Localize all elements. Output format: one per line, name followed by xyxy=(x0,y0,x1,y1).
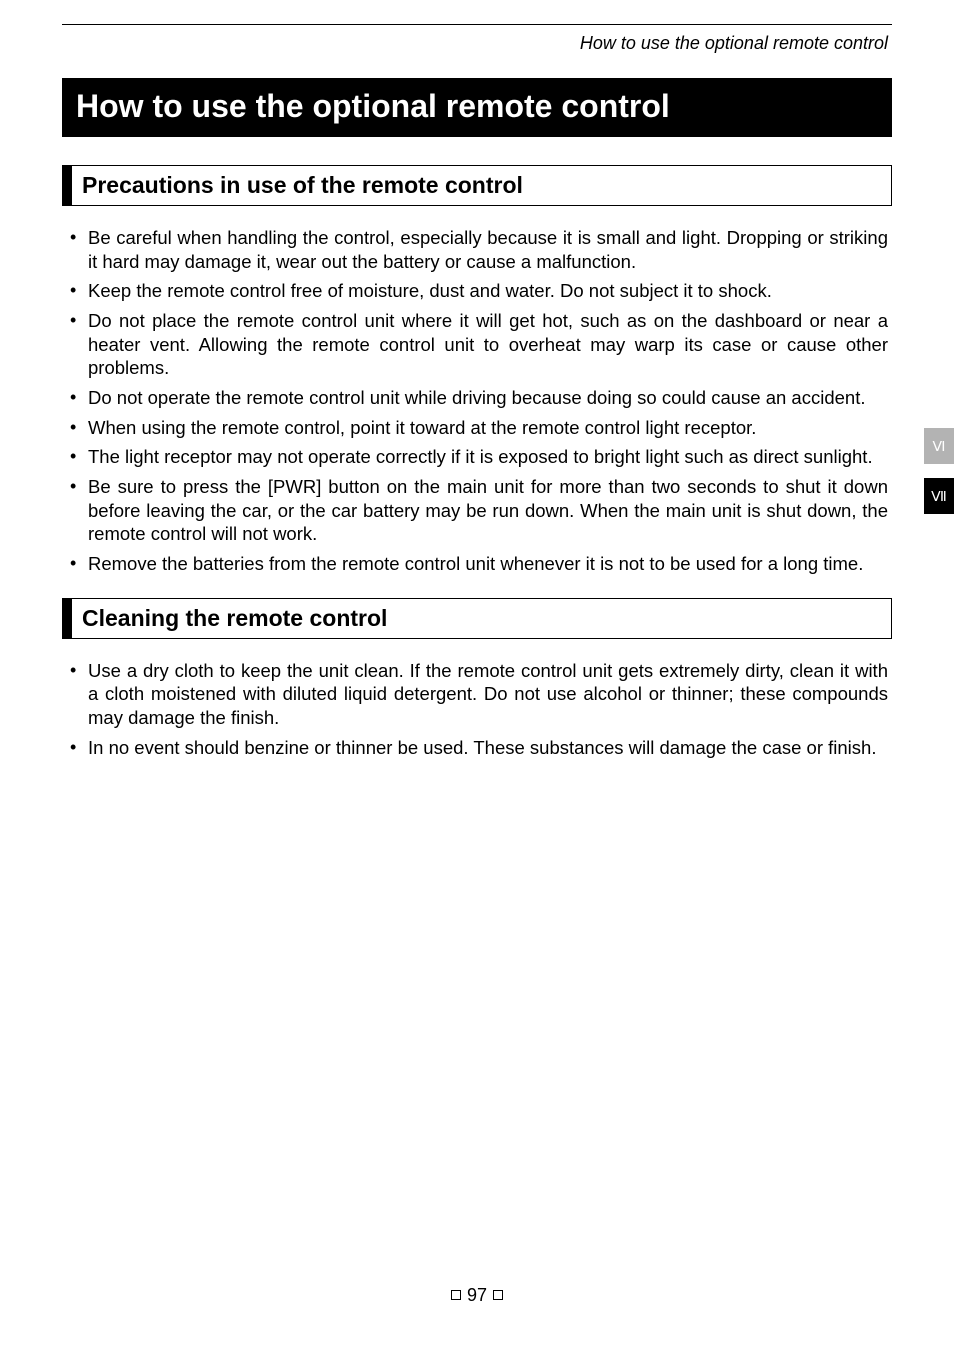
top-border-rule xyxy=(62,24,892,25)
cleaning-list: Use a dry cloth to keep the unit clean. … xyxy=(62,659,892,760)
square-icon xyxy=(493,1290,503,1300)
running-header: How to use the optional remote control xyxy=(62,33,892,54)
document-page: How to use the optional remote control H… xyxy=(0,0,954,1352)
list-item: The light receptor may not operate corre… xyxy=(66,445,888,469)
section-title-precautions: Precautions in use of the remote control xyxy=(62,165,892,206)
precautions-list: Be careful when handling the control, es… xyxy=(62,226,892,576)
list-item: Keep the remote control free of moisture… xyxy=(66,279,888,303)
page-footer: 97 xyxy=(0,1285,954,1306)
list-item: Do not place the remote control unit whe… xyxy=(66,309,888,380)
section-title-cleaning: Cleaning the remote control xyxy=(62,598,892,639)
square-icon xyxy=(451,1290,461,1300)
side-tab-6[interactable]: Ⅵ xyxy=(924,428,954,464)
list-item: Be careful when handling the control, es… xyxy=(66,226,888,273)
page-number: 97 xyxy=(467,1285,487,1305)
side-tab-7[interactable]: Ⅶ xyxy=(924,478,954,514)
list-item: Use a dry cloth to keep the unit clean. … xyxy=(66,659,888,730)
side-tabs: Ⅵ Ⅶ xyxy=(924,428,954,528)
list-item: Be sure to press the [PWR] button on the… xyxy=(66,475,888,546)
list-item: Remove the batteries from the remote con… xyxy=(66,552,888,576)
list-item: In no event should benzine or thinner be… xyxy=(66,736,888,760)
list-item: Do not operate the remote control unit w… xyxy=(66,386,888,410)
list-item: When using the remote control, point it … xyxy=(66,416,888,440)
main-heading: How to use the optional remote control xyxy=(62,78,892,137)
